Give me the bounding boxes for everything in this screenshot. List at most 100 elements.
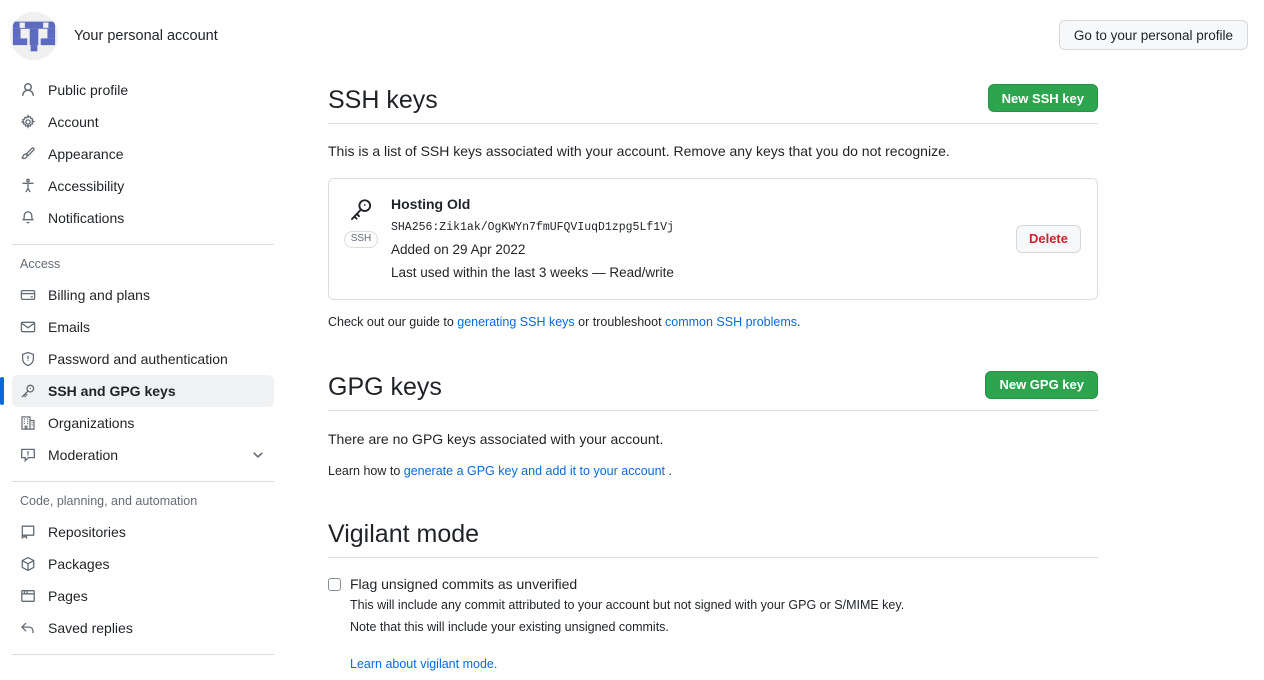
ssh-key-info: Hosting Old SHA256:Zik1ak/OgKWYn7fmUFQVI… [391, 195, 1002, 283]
sidebar-item-label: Password and authentication [48, 351, 228, 367]
sidebar-item-account[interactable]: Account [12, 106, 274, 138]
gpg-keys-header: GPG keys New GPG key [328, 370, 1098, 411]
new-ssh-key-button[interactable]: New SSH key [987, 84, 1098, 112]
ssh-key-added-date: Added on 29 Apr 2022 [391, 241, 526, 257]
ssh-key-last-used: Last used within the last 3 weeks — Read… [391, 265, 674, 281]
sidebar-item-label: Appearance [48, 146, 124, 162]
sidebar-item-label: Pages [48, 588, 88, 604]
sidebar-item-label: Moderation [48, 447, 119, 463]
gpg-keys-empty-text: There are no GPG keys associated with yo… [328, 430, 664, 447]
sidebar-item-organizations[interactable]: Organizations [12, 407, 274, 439]
sidebar-item-label: Billing and plans [48, 287, 150, 303]
sidebar-item-billing-and-plans[interactable]: Billing and plans [12, 279, 274, 311]
sidebar-group-title-code: Code, planning, and automation [20, 494, 198, 508]
sidebar-group-title-access: Access [20, 257, 61, 271]
bell-icon [20, 210, 36, 226]
sidebar-item-label: Accessibility [48, 178, 125, 194]
new-gpg-key-button[interactable]: New GPG key [985, 370, 1098, 399]
sidebar-item-label: Emails [48, 319, 91, 335]
vigilant-sub-line-1: This will include any commit attributed … [350, 598, 905, 613]
ssh-footer-prefix: Check out our guide to [328, 314, 458, 329]
ssh-footer-suffix: . [797, 314, 801, 329]
ssh-badge-label: SSH [343, 231, 379, 248]
gpg-keys-title: GPG keys [328, 372, 442, 401]
sidebar-item-label: Organizations [48, 415, 135, 431]
sidebar-item-label: Packages [48, 556, 110, 572]
sidebar-item-public-profile[interactable]: Public profile [12, 74, 274, 106]
ssh-keys-title: SSH keys [328, 86, 438, 114]
ssh-keys-description: This is a list of SSH keys associated wi… [328, 143, 950, 159]
ssh-key-title: Hosting Old [391, 196, 471, 212]
sidebar-item-saved-replies[interactable]: Saved replies [12, 612, 274, 644]
gpg-learn-prefix: Learn how to [328, 463, 404, 478]
sidebar-item-repositories[interactable]: Repositories [12, 516, 274, 548]
organization-icon [20, 415, 36, 431]
browser-icon [20, 588, 36, 604]
sidebar-item-emails[interactable]: Emails [12, 311, 274, 343]
ssh-keys-header: SSH keys New SSH key [328, 84, 1098, 124]
vigilant-mode-title: Vigilant mode [328, 520, 480, 549]
ssh-key-badge: SSH [343, 195, 379, 248]
ssh-keys-section: SSH keys New SSH key This is a list of S… [328, 84, 1098, 332]
sidebar-item-password-and-authentication[interactable]: Password and authentication [12, 343, 274, 375]
reply-icon [20, 620, 36, 636]
person-icon [20, 82, 36, 98]
sidebar-item-accessibility[interactable]: Accessibility [12, 170, 274, 202]
sidebar-item-pages[interactable]: Pages [12, 580, 274, 612]
sidebar-item-notifications[interactable]: Notifications [12, 202, 274, 234]
identicon-avatar-icon [10, 12, 58, 60]
account-label: Your personal account [74, 28, 218, 44]
sidebar-item-label: Notifications [48, 210, 125, 226]
generate-gpg-key-link[interactable]: generate a GPG key and add it to your ac… [404, 464, 665, 478]
settings-page: Your personal account Public profile Acc… [0, 0, 1264, 680]
common-ssh-problems-link[interactable]: common SSH problems [665, 315, 797, 329]
gpg-learn-suffix: . [665, 463, 672, 478]
sidebar-item-ssh-and-gpg-keys[interactable]: SSH and GPG keys [0, 375, 274, 407]
flag-unsigned-commits-row[interactable]: Flag unsigned commits as unverified [328, 575, 1098, 594]
sidebar-item-label: SSH and GPG keys [48, 383, 176, 399]
sidebar-divider [12, 244, 274, 245]
vigilant-sub-line-2: Note that this will include your existin… [350, 619, 669, 634]
account-header: Your personal account [0, 0, 290, 62]
ssh-key-fingerprint: SHA256:Zik1ak/OgKWYn7fmUFQVIuqD1zpg5Lf1V… [391, 220, 674, 234]
key-icon [20, 383, 36, 399]
flag-unsigned-commits-label[interactable]: Flag unsigned commits as unverified [350, 575, 577, 594]
report-icon [20, 447, 36, 463]
repo-icon [20, 524, 36, 540]
sidebar-nav: Public profile Account Appearance Access… [0, 74, 290, 655]
sidebar-item-moderation[interactable]: Moderation [12, 439, 274, 471]
ssh-keys-footer: Check out our guide to generating SSH ke… [328, 313, 1098, 332]
accessibility-icon [20, 178, 36, 194]
sidebar-item-packages[interactable]: Packages [12, 548, 274, 580]
vigilant-mode-header: Vigilant mode [328, 519, 1098, 559]
sidebar-item-label: Account [48, 114, 99, 130]
flag-unsigned-commits-checkbox[interactable] [328, 578, 341, 592]
ssh-key-row: SSH Hosting Old SHA256:Zik1ak/OgKWYn7fmU… [328, 178, 1098, 300]
vigilant-mode-body: Flag unsigned commits as unverified This… [328, 575, 1098, 674]
generating-ssh-keys-link[interactable]: generating SSH keys [457, 315, 574, 329]
gpg-learn-line: Learn how to generate a GPG key and add … [328, 462, 1098, 481]
sidebar-divider [12, 654, 274, 655]
learn-about-vigilant-mode-link[interactable]: Learn about vigilant mode. [350, 657, 497, 671]
paintbrush-icon [20, 146, 36, 162]
key-icon [348, 197, 374, 228]
credit-card-icon [20, 287, 36, 303]
identicon-avatar[interactable] [10, 12, 58, 60]
delete-ssh-key-button[interactable]: Delete [1015, 224, 1081, 253]
main-content: SSH keys New SSH key This is a list of S… [328, 0, 1098, 674]
vigilant-mode-section: Vigilant mode Flag unsigned commits as u… [328, 519, 1098, 674]
settings-sidebar: Your personal account Public profile Acc… [0, 0, 290, 680]
vigilant-learn-line: Learn about vigilant mode. [350, 655, 1098, 674]
sidebar-item-appearance[interactable]: Appearance [12, 138, 274, 170]
mail-icon [20, 319, 36, 335]
package-icon [20, 556, 36, 572]
chevron-down-icon[interactable] [250, 447, 266, 463]
sidebar-item-label: Saved replies [48, 620, 133, 636]
shield-icon [20, 351, 36, 367]
ssh-footer-middle: or troubleshoot [574, 314, 666, 329]
gpg-keys-section: GPG keys New GPG key There are no GPG ke… [328, 370, 1098, 481]
sidebar-divider [12, 481, 274, 482]
sidebar-item-label: Public profile [48, 82, 129, 98]
sidebar-item-label: Repositories [48, 524, 126, 540]
gear-icon [20, 114, 36, 130]
